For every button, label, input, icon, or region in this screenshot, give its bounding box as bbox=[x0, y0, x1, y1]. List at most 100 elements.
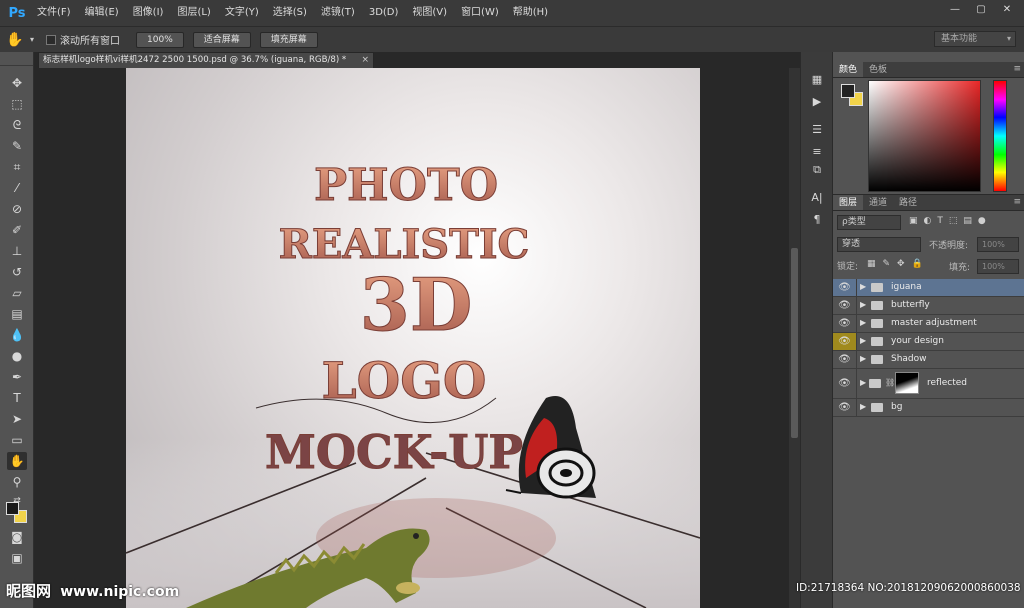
menu-filter[interactable]: 滤镜(T) bbox=[314, 0, 362, 26]
watermark-left: 昵图网 www.nipic.com bbox=[6, 580, 179, 601]
layer-row-reflected[interactable]: 👁 ▶ ⛓ reflected bbox=[833, 369, 1024, 399]
foreground-color-swatch[interactable] bbox=[6, 502, 19, 515]
quick-mask-icon[interactable]: ◙ bbox=[7, 528, 27, 546]
layer-row-shadow[interactable]: 👁 ▶ Shadow bbox=[833, 351, 1024, 369]
layer-row-master-adjustment[interactable]: 👁 ▶ master adjustment bbox=[833, 315, 1024, 333]
vertical-scrollbar[interactable] bbox=[789, 68, 800, 608]
tab-layers[interactable]: 图层 bbox=[833, 195, 864, 210]
menu-type[interactable]: 文字(Y) bbox=[218, 0, 266, 26]
layer-row-butterfly[interactable]: 👁 ▶ butterfly bbox=[833, 297, 1024, 315]
hand-tool-icon[interactable]: ✋ bbox=[7, 452, 27, 470]
workspace-select[interactable]: 基本功能 ▾ bbox=[934, 31, 1016, 47]
hand-icon[interactable]: ✋ bbox=[0, 32, 30, 48]
filter-kind-select[interactable]: ρ类型 bbox=[837, 215, 901, 230]
chevron-down-icon[interactable]: ▾ bbox=[30, 35, 34, 44]
expand-arrow-icon[interactable]: ▶ bbox=[860, 354, 866, 363]
adjustments-icon[interactable]: ≡ bbox=[808, 144, 826, 160]
menu-layer[interactable]: 图层(L) bbox=[170, 0, 217, 26]
quick-select-tool-icon[interactable]: ✎ bbox=[7, 137, 27, 155]
scroll-all-checkbox[interactable] bbox=[46, 34, 57, 45]
blend-mode-select[interactable]: 穿透 bbox=[837, 237, 921, 252]
menu-edit[interactable]: 编辑(E) bbox=[78, 0, 126, 26]
gradient-tool-icon[interactable]: ▤ bbox=[7, 305, 27, 323]
expand-arrow-icon[interactable]: ▶ bbox=[860, 300, 866, 309]
zoom-tool-icon[interactable]: ⚲ bbox=[7, 473, 27, 491]
menu-select[interactable]: 选择(S) bbox=[266, 0, 314, 26]
filter-type-icons[interactable]: ▣◐T⬚▤● bbox=[909, 216, 992, 226]
canvas-area[interactable]: PHOTO REALISTIC 3D LOGO MOCK-UP bbox=[34, 68, 789, 608]
eye-icon[interactable]: 👁 bbox=[833, 351, 857, 368]
eye-icon[interactable]: 👁 bbox=[833, 315, 857, 332]
dodge-tool-icon[interactable]: ● bbox=[7, 347, 27, 365]
menu-3d[interactable]: 3D(D) bbox=[362, 0, 406, 26]
panel-menu-icon[interactable]: ≡ bbox=[1013, 197, 1021, 207]
folder-icon bbox=[871, 282, 883, 292]
marquee-tool-icon[interactable]: ⬚ bbox=[7, 95, 27, 113]
actions-play-icon[interactable]: ▶ bbox=[808, 94, 826, 110]
move-tool-icon[interactable]: ✥ bbox=[7, 74, 27, 92]
link-icon[interactable]: ⛓ bbox=[885, 378, 895, 387]
minimize-button[interactable]: — bbox=[944, 3, 966, 17]
scrollbar-thumb[interactable] bbox=[791, 248, 798, 438]
opacity-field[interactable]: 100% bbox=[977, 237, 1019, 252]
eye-icon[interactable]: 👁 bbox=[833, 369, 857, 398]
restore-button[interactable]: ▢ bbox=[970, 3, 992, 17]
fit-screen-button[interactable]: 适合屏幕 bbox=[192, 31, 251, 48]
expand-arrow-icon[interactable]: ▶ bbox=[860, 282, 866, 291]
hue-slider[interactable] bbox=[993, 80, 1007, 192]
close-button[interactable]: ✕ bbox=[996, 3, 1018, 17]
document-tab[interactable]: 标志样机logo样机vi样机2472 2500 1500.psd @ 36.7%… bbox=[38, 52, 374, 68]
expand-arrow-icon[interactable]: ▶ bbox=[860, 318, 866, 327]
tab-color[interactable]: 颜色 bbox=[833, 62, 864, 77]
layer-row-iguana[interactable]: 👁 ▶ iguana bbox=[833, 279, 1024, 297]
eye-icon[interactable]: 👁 bbox=[833, 279, 857, 296]
tab-channels[interactable]: 通道 bbox=[863, 195, 893, 210]
lock-icons[interactable]: ▦✎✥🔒 bbox=[867, 259, 930, 269]
layer-row-bg[interactable]: 👁 ▶ bg bbox=[833, 399, 1024, 417]
panel-menu-icon[interactable]: ≡ bbox=[1013, 64, 1021, 74]
crop-tool-icon[interactable]: ⌗ bbox=[7, 158, 27, 176]
menu-help[interactable]: 帮助(H) bbox=[506, 0, 555, 26]
zoom-100-button[interactable]: 100% bbox=[136, 31, 184, 48]
blur-tool-icon[interactable]: 💧 bbox=[7, 326, 27, 344]
eraser-tool-icon[interactable]: ▱ bbox=[7, 284, 27, 302]
paragraph-icon[interactable]: ¶ bbox=[808, 212, 826, 228]
menu-window[interactable]: 窗口(W) bbox=[454, 0, 506, 26]
pen-tool-icon[interactable]: ✒ bbox=[7, 368, 27, 386]
tab-paths[interactable]: 路径 bbox=[893, 195, 923, 210]
expand-arrow-icon[interactable]: ▶ bbox=[860, 336, 866, 345]
path-select-tool-icon[interactable]: ➤ bbox=[7, 410, 27, 428]
healing-tool-icon[interactable]: ⊘ bbox=[7, 200, 27, 218]
tab-swatches[interactable]: 色板 bbox=[863, 62, 893, 77]
properties-icon[interactable]: ☰ bbox=[808, 122, 826, 138]
lasso-tool-icon[interactable]: ᘓ bbox=[7, 116, 27, 134]
shape-tool-icon[interactable]: ▭ bbox=[7, 431, 27, 449]
stamp-tool-icon[interactable]: ⊥ bbox=[7, 242, 27, 260]
layer-mask-thumbnail[interactable] bbox=[895, 372, 919, 394]
character-icon[interactable]: A| bbox=[808, 190, 826, 206]
menu-view[interactable]: 视图(V) bbox=[405, 0, 454, 26]
panel-foreground-swatch[interactable] bbox=[841, 84, 855, 98]
clone-source-icon[interactable]: ⧉ bbox=[808, 162, 826, 178]
expand-arrow-icon[interactable]: ▶ bbox=[860, 402, 866, 411]
toolbar-grip[interactable] bbox=[0, 52, 33, 66]
history-icon[interactable]: ▦ bbox=[808, 72, 826, 88]
photoshop-window: Ps 文件(F) 编辑(E) 图像(I) 图层(L) 文字(Y) 选择(S) 滤… bbox=[0, 0, 1024, 608]
fill-field[interactable]: 100% bbox=[977, 259, 1019, 274]
eyedropper-tool-icon[interactable]: ⁄ bbox=[7, 179, 27, 197]
brush-tool-icon[interactable]: ✐ bbox=[7, 221, 27, 239]
layer-row-your-design[interactable]: 👁 ▶ your design bbox=[833, 333, 1024, 351]
type-tool-icon[interactable]: T bbox=[7, 389, 27, 407]
eye-icon[interactable]: 👁 bbox=[833, 399, 857, 416]
history-brush-tool-icon[interactable]: ↺ bbox=[7, 263, 27, 281]
expand-arrow-icon[interactable]: ▶ bbox=[860, 378, 866, 387]
color-field[interactable] bbox=[868, 80, 981, 192]
screen-mode-icon[interactable]: ▣ bbox=[7, 549, 27, 567]
menu-image[interactable]: 图像(I) bbox=[126, 0, 171, 26]
eye-icon[interactable]: 👁 bbox=[833, 333, 857, 350]
document-canvas[interactable]: PHOTO REALISTIC 3D LOGO MOCK-UP bbox=[126, 68, 700, 608]
eye-icon[interactable]: 👁 bbox=[833, 297, 857, 314]
menu-file[interactable]: 文件(F) bbox=[30, 0, 78, 26]
close-icon[interactable]: × bbox=[361, 53, 369, 68]
fill-screen-button[interactable]: 填充屏幕 bbox=[259, 31, 318, 48]
